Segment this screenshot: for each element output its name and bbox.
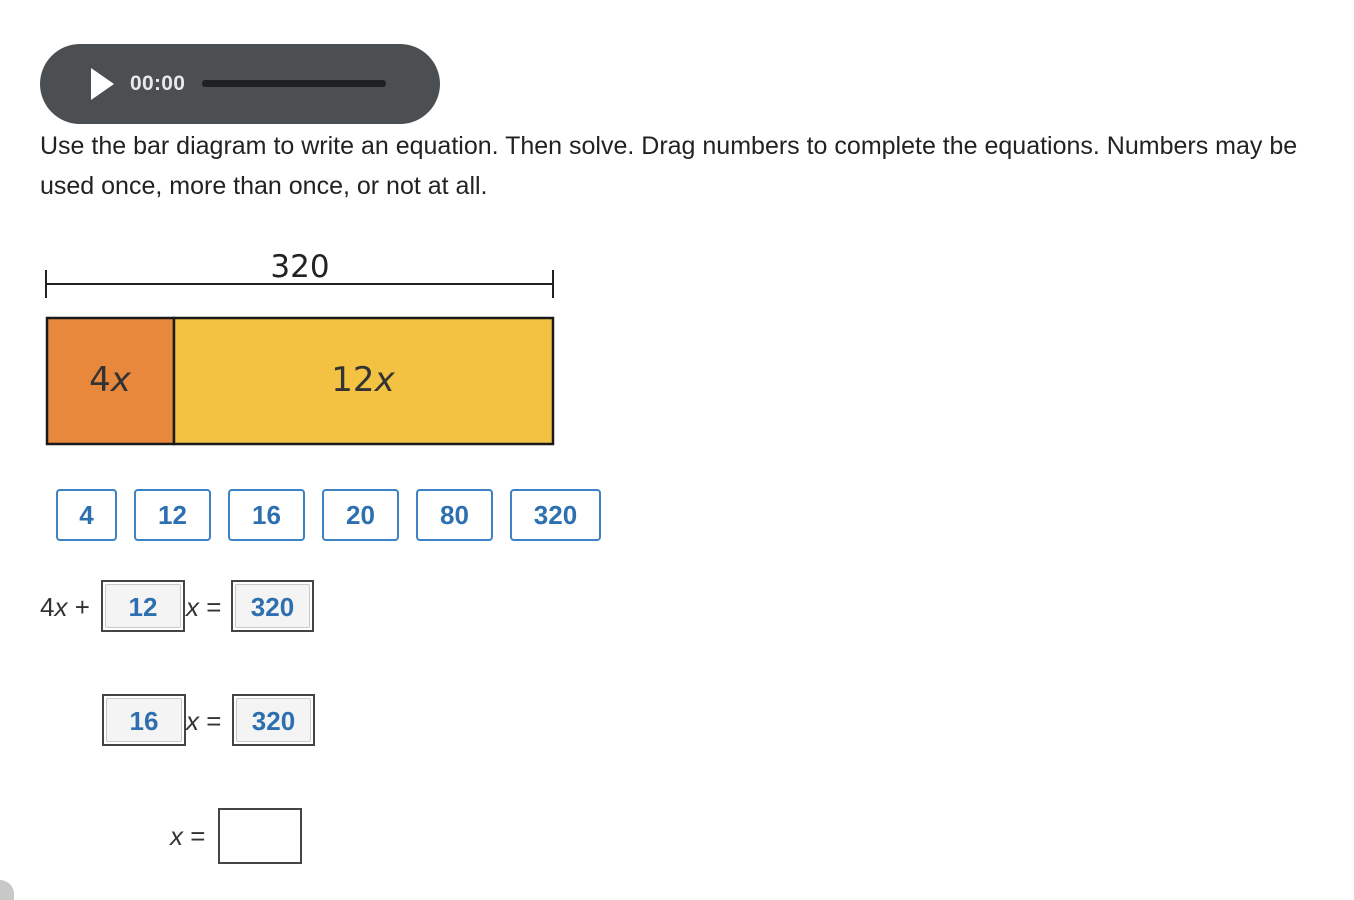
eq2-slot-coef-value[interactable]: 16 <box>106 698 182 742</box>
eq1-slot-coef-value[interactable]: 12 <box>105 584 181 628</box>
eq1-var: x <box>54 592 68 622</box>
eq2-slot-total-value[interactable]: 320 <box>236 698 311 742</box>
eq3-drop-slot-answer[interactable] <box>218 808 302 864</box>
number-tile[interactable]: 80 <box>416 489 493 541</box>
diagram-right-label: 12x <box>331 360 395 400</box>
eq2-var: x <box>186 706 199 736</box>
eq1-equals: = <box>206 592 222 622</box>
bar-diagram: 320 4x 12x <box>45 249 555 446</box>
window-corner <box>0 880 14 900</box>
eq2-equals: = <box>206 706 222 736</box>
eq3-equals: = <box>190 821 206 851</box>
eq1-coef: 4 <box>40 592 55 622</box>
eq1-var2: x <box>186 592 199 622</box>
eq1-right-var: x = <box>186 592 221 622</box>
eq3-slot-answer-value[interactable] <box>220 810 300 862</box>
diagram-left-var: x <box>110 360 132 400</box>
eq2-drop-slot-total[interactable]: 320 <box>232 694 315 746</box>
diagram-right-var: x <box>374 360 396 400</box>
diagram-left-coef: 4 <box>89 360 111 400</box>
diagram-right-coef: 12 <box>331 360 374 400</box>
diagram-left-label: 4x <box>89 360 132 400</box>
eq3-var: x <box>170 821 183 851</box>
eq1-drop-slot-coef[interactable]: 12 <box>101 580 185 632</box>
number-tile[interactable]: 16 <box>228 489 305 541</box>
eq1-drop-slot-total[interactable]: 320 <box>231 580 314 632</box>
eq2-var-equals: x = <box>186 706 221 736</box>
eq3-var-equals: x = <box>170 821 205 851</box>
number-tile[interactable]: 4 <box>56 489 117 541</box>
eq1-left-term: 4x + <box>40 592 90 622</box>
number-tile[interactable]: 12 <box>134 489 211 541</box>
diagram-total-label: 320 <box>270 249 329 285</box>
number-tile[interactable]: 320 <box>510 489 601 541</box>
eq2-drop-slot-coef[interactable]: 16 <box>102 694 186 746</box>
number-tile[interactable]: 20 <box>322 489 399 541</box>
eq1-plus: + <box>74 592 90 622</box>
eq1-slot-total-value[interactable]: 320 <box>235 584 310 628</box>
